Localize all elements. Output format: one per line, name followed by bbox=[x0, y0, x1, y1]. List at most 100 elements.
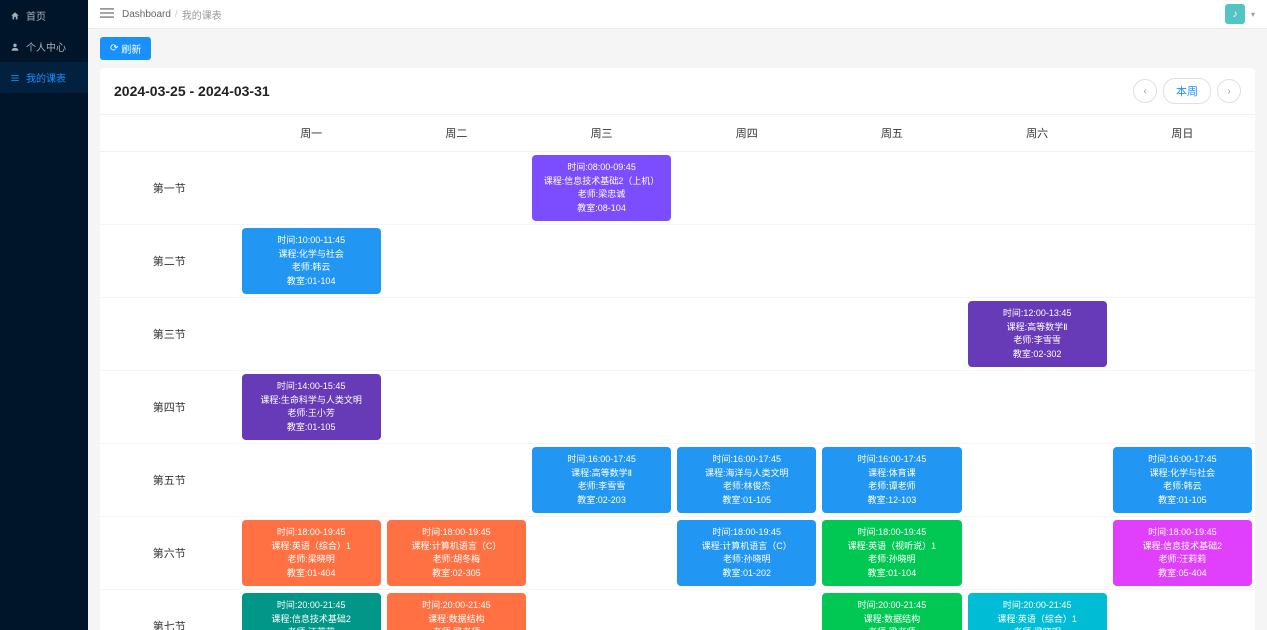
course-room: 教室:05-404 bbox=[1117, 567, 1248, 581]
course-teacher: 老师:谭老师 bbox=[826, 480, 957, 494]
sidebar: 首页个人中心我的课表 bbox=[0, 0, 88, 630]
table-row: 第一节 时间:08:00-09:45课程:信息技术基础2（上机）老师:梁忠诚教室:… bbox=[100, 152, 1255, 225]
course-room: 教室:02-305 bbox=[391, 567, 522, 581]
course-block[interactable]: 时间:18:00-19:45课程:英语（视听说）1老师:孙晓明教室:01-104 bbox=[822, 520, 961, 586]
period-label: 第五节 bbox=[100, 444, 239, 517]
course-block[interactable]: 时间:16:00-17:45课程:高等数学Ⅱ老师:李雪雪教室:02-203 bbox=[532, 447, 671, 513]
period-label: 第七节 bbox=[100, 590, 239, 630]
schedule-cell: 时间:18:00-19:45课程:信息技术基础2老师:汪莉莉教室:05-404 bbox=[1110, 517, 1255, 590]
day-header: 周三 bbox=[529, 115, 674, 152]
schedule-cell bbox=[965, 517, 1110, 590]
course-block[interactable]: 时间:14:00-15:45课程:生命科学与人类文明老师:王小芳教室:01-10… bbox=[242, 374, 381, 440]
course-block[interactable]: 时间:12:00-13:45课程:高等数学Ⅱ老师:李雪雪教室:02-302 bbox=[968, 301, 1107, 367]
course-name: 课程:信息技术基础2 bbox=[1117, 540, 1248, 554]
day-header: 周四 bbox=[674, 115, 819, 152]
hamburger-icon[interactable] bbox=[100, 6, 114, 23]
course-block[interactable]: 时间:16:00-17:45课程:体育课老师:谭老师教室:12-103 bbox=[822, 447, 961, 513]
course-block[interactable]: 时间:20:00-21:45课程:数据结构老师:梁老师教室:04-303 bbox=[822, 593, 961, 630]
course-time: 时间:16:00-17:45 bbox=[536, 453, 667, 467]
course-teacher: 老师:汪莉莉 bbox=[1117, 553, 1248, 567]
schedule-cell bbox=[674, 371, 819, 444]
course-name: 课程:信息技术基础2（上机） bbox=[536, 175, 667, 189]
schedule-cell: 时间:18:00-19:45课程:计算机语言（C）老师:孙晓明教室:01-202 bbox=[674, 517, 819, 590]
schedule-cell: 时间:14:00-15:45课程:生命科学与人类文明老师:王小芳教室:01-10… bbox=[239, 371, 384, 444]
course-name: 课程:计算机语言（C） bbox=[681, 540, 812, 554]
sidebar-item-2[interactable]: 我的课表 bbox=[0, 62, 88, 93]
schedule-cell: 时间:12:00-13:45课程:高等数学Ⅱ老师:李雪雪教室:02-302 bbox=[965, 298, 1110, 371]
schedule-cell: 时间:20:00-21:45课程:英语（综合）1老师:梁晓明教室:04-202 bbox=[965, 590, 1110, 630]
schedule-cell bbox=[239, 152, 384, 225]
this-week-button[interactable]: 本周 bbox=[1163, 78, 1211, 104]
schedule-cell bbox=[1110, 225, 1255, 298]
course-name: 课程:化学与社会 bbox=[1117, 467, 1248, 481]
refresh-icon: ⟳ bbox=[110, 43, 118, 54]
course-name: 课程:英语（视听说）1 bbox=[826, 540, 957, 554]
content: ⟳ 刷新 2024-03-25 - 2024-03-31 ‹ 本周 › 周一周二… bbox=[88, 29, 1267, 630]
breadcrumb-root[interactable]: Dashboard bbox=[122, 9, 171, 20]
course-time: 时间:16:00-17:45 bbox=[1117, 453, 1248, 467]
user-icon bbox=[10, 42, 20, 52]
sidebar-item-0[interactable]: 首页 bbox=[0, 0, 88, 31]
schedule-cell bbox=[529, 517, 674, 590]
schedule-cell: 时间:08:00-09:45课程:信息技术基础2（上机）老师:梁忠诚教室:08-… bbox=[529, 152, 674, 225]
course-block[interactable]: 时间:18:00-19:45课程:信息技术基础2老师:汪莉莉教室:05-404 bbox=[1113, 520, 1252, 586]
course-time: 时间:20:00-21:45 bbox=[972, 599, 1103, 613]
breadcrumb-current: 我的课表 bbox=[182, 7, 222, 22]
prev-week-button[interactable]: ‹ bbox=[1133, 79, 1157, 103]
refresh-button[interactable]: ⟳ 刷新 bbox=[100, 37, 151, 60]
course-time: 时间:10:00-11:45 bbox=[246, 234, 377, 248]
course-name: 课程:英语（综合）1 bbox=[246, 540, 377, 554]
course-room: 教室:01-202 bbox=[681, 567, 812, 581]
course-teacher: 老师:王小芳 bbox=[246, 407, 377, 421]
course-block[interactable]: 时间:08:00-09:45课程:信息技术基础2（上机）老师:梁忠诚教室:08-… bbox=[532, 155, 671, 221]
course-teacher: 老师:梁老师 bbox=[826, 626, 957, 630]
next-week-button[interactable]: › bbox=[1217, 79, 1241, 103]
course-block[interactable]: 时间:18:00-19:45课程:英语（综合）1老师:梁晓明教室:01-404 bbox=[242, 520, 381, 586]
schedule-cell bbox=[965, 371, 1110, 444]
day-header: 周一 bbox=[239, 115, 384, 152]
period-label: 第一节 bbox=[100, 152, 239, 225]
schedule-cell bbox=[529, 371, 674, 444]
schedule-cell: 时间:10:00-11:45课程:化学与社会老师:韩云教室:01-104 bbox=[239, 225, 384, 298]
course-teacher: 老师:梁晓明 bbox=[972, 626, 1103, 630]
course-name: 课程:化学与社会 bbox=[246, 248, 377, 262]
course-name: 课程:高等数学Ⅱ bbox=[536, 467, 667, 481]
course-room: 教室:12-103 bbox=[826, 494, 957, 508]
schedule-cell bbox=[1110, 590, 1255, 630]
course-time: 时间:08:00-09:45 bbox=[536, 161, 667, 175]
course-teacher: 老师:孙晓明 bbox=[681, 553, 812, 567]
day-header: 周二 bbox=[384, 115, 529, 152]
course-block[interactable]: 时间:10:00-11:45课程:化学与社会老师:韩云教室:01-104 bbox=[242, 228, 381, 294]
course-teacher: 老师:韩云 bbox=[246, 261, 377, 275]
table-row: 第六节时间:18:00-19:45课程:英语（综合）1老师:梁晓明教室:01-4… bbox=[100, 517, 1255, 590]
schedule-cell bbox=[529, 590, 674, 630]
schedule-cell bbox=[239, 298, 384, 371]
course-name: 课程:生命科学与人类文明 bbox=[246, 394, 377, 408]
course-block[interactable]: 时间:18:00-19:45课程:计算机语言（C）老师:孙晓明教室:01-202 bbox=[677, 520, 816, 586]
course-block[interactable]: 时间:20:00-21:45课程:信息技术基础2老师:汪莉莉教室:02-404 bbox=[242, 593, 381, 630]
breadcrumb: Dashboard / 我的课表 bbox=[122, 7, 222, 22]
schedule-cell: 时间:18:00-19:45课程:计算机语言（C）老师:胡冬梅教室:02-305 bbox=[384, 517, 529, 590]
schedule-cell bbox=[819, 152, 964, 225]
list-icon bbox=[10, 73, 20, 83]
chevron-down-icon[interactable]: ▾ bbox=[1251, 10, 1255, 19]
avatar[interactable]: ♪ bbox=[1225, 4, 1245, 24]
table-row: 第四节时间:14:00-15:45课程:生命科学与人类文明老师:王小芳教室:01… bbox=[100, 371, 1255, 444]
course-room: 教室:02-302 bbox=[972, 348, 1103, 362]
course-time: 时间:16:00-17:45 bbox=[826, 453, 957, 467]
course-block[interactable]: 时间:16:00-17:45课程:海洋与人类文明老师:林俊杰教室:01-105 bbox=[677, 447, 816, 513]
day-header: 周五 bbox=[819, 115, 964, 152]
schedule-cell bbox=[1110, 298, 1255, 371]
course-block[interactable]: 时间:20:00-21:45课程:数据结构老师:梁老师教室:03-303 bbox=[387, 593, 526, 630]
course-teacher: 老师:梁老师 bbox=[391, 626, 522, 630]
course-block[interactable]: 时间:18:00-19:45课程:计算机语言（C）老师:胡冬梅教室:02-305 bbox=[387, 520, 526, 586]
schedule-cell: 时间:16:00-17:45课程:化学与社会老师:韩云教室:01-105 bbox=[1110, 444, 1255, 517]
course-block[interactable]: 时间:16:00-17:45课程:化学与社会老师:韩云教室:01-105 bbox=[1113, 447, 1252, 513]
course-block[interactable]: 时间:20:00-21:45课程:英语（综合）1老师:梁晓明教室:04-202 bbox=[968, 593, 1107, 630]
table-row: 第七节时间:20:00-21:45课程:信息技术基础2老师:汪莉莉教室:02-4… bbox=[100, 590, 1255, 630]
sidebar-item-1[interactable]: 个人中心 bbox=[0, 31, 88, 62]
schedule-cell bbox=[384, 298, 529, 371]
course-teacher: 老师:韩云 bbox=[1117, 480, 1248, 494]
schedule-cell: 时间:16:00-17:45课程:体育课老师:谭老师教室:12-103 bbox=[819, 444, 964, 517]
course-room: 教室:08-104 bbox=[536, 202, 667, 216]
